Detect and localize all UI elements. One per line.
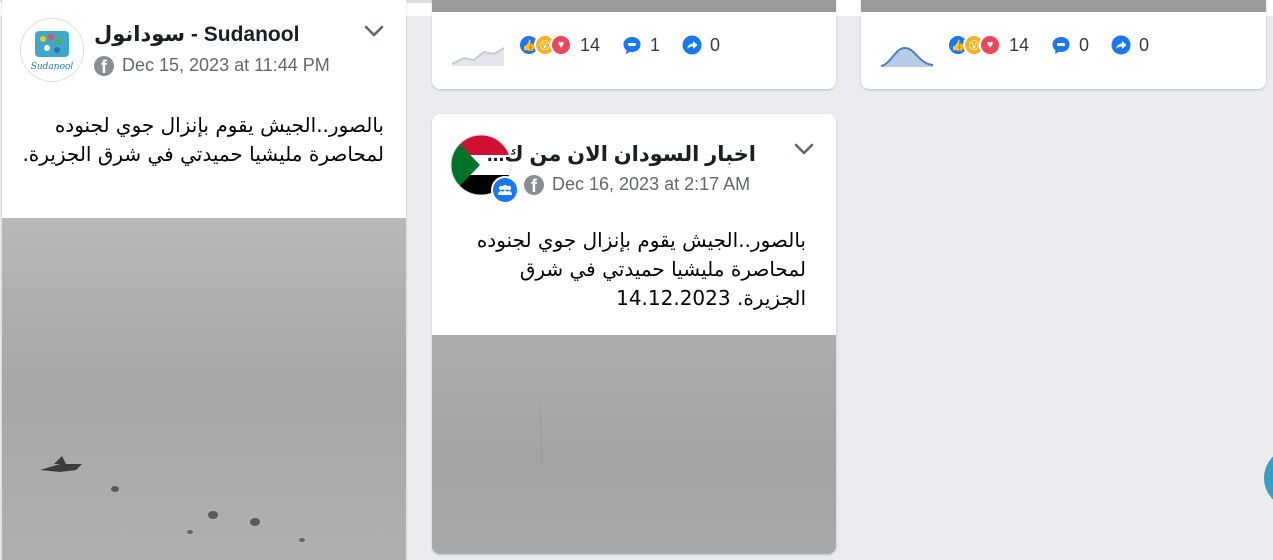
airdrop-photo xyxy=(432,335,836,554)
post-text: بالصور..الجيش يقوم بإنزال جوي لجنوده لمح… xyxy=(22,113,384,166)
airdrop-photo xyxy=(2,218,406,560)
post-timestamp[interactable]: Dec 15, 2023 at 11:44 PM xyxy=(122,55,330,76)
share-icon xyxy=(1111,35,1131,55)
reactions-stat[interactable]: 👍 😮 ♥ 14 xyxy=(947,34,1029,56)
page-name[interactable]: سودانول - Sudanool xyxy=(94,22,299,47)
stats-card: 👍 😮 ♥ 14 1 0 xyxy=(432,0,836,89)
post-photo[interactable] xyxy=(432,335,836,554)
post-text: بالصور..الجيش يقوم بإنزال جوي لجنوده لمح… xyxy=(476,228,806,310)
shares-stat[interactable]: 0 xyxy=(1111,35,1149,56)
post-timestamp[interactable]: Dec 16, 2023 at 2:17 AM xyxy=(552,174,750,195)
share-icon xyxy=(682,35,702,55)
floating-action-button[interactable] xyxy=(1264,448,1273,508)
post-card: اخبار السودان الان من ك... f Dec 16, 202… xyxy=(432,114,836,554)
chevron-down-icon[interactable] xyxy=(793,138,815,160)
facebook-icon: f xyxy=(524,174,544,195)
stats-card: 👍 😮 ♥ 14 0 0 xyxy=(861,0,1266,89)
page-name[interactable]: اخبار السودان الان من ك... xyxy=(487,142,756,167)
reactions-stat[interactable]: 👍 😮 ♥ 14 xyxy=(518,34,600,56)
shares-stat[interactable]: 0 xyxy=(682,35,720,56)
comment-icon xyxy=(623,37,641,54)
trend-curve-icon xyxy=(880,46,934,67)
reaction-count: 14 xyxy=(1009,34,1030,55)
chevron-down-icon[interactable] xyxy=(363,20,385,42)
trend-sparkline-icon xyxy=(451,47,505,66)
reaction-count: 14 xyxy=(580,34,601,55)
facebook-icon: f xyxy=(94,55,114,76)
reactions-icon: 👍 😮 ♥ xyxy=(947,34,1001,56)
engagement-stats: 👍 😮 ♥ 14 1 0 xyxy=(518,34,742,56)
post-photo[interactable] xyxy=(2,218,406,560)
svg-text:Sudanool: Sudanool xyxy=(31,62,74,72)
post-meta: f Dec 16, 2023 at 2:17 AM xyxy=(524,174,750,195)
post-meta: f Dec 15, 2023 at 11:44 PM xyxy=(94,55,330,76)
comments-stat[interactable]: 0 xyxy=(1051,35,1089,56)
reactions-icon: 👍 😮 ♥ xyxy=(518,34,572,56)
share-count: 0 xyxy=(710,34,721,55)
comments-stat[interactable]: 1 xyxy=(622,35,660,56)
group-icon xyxy=(491,176,519,204)
comment-count: 1 xyxy=(650,34,661,55)
share-count: 0 xyxy=(1139,34,1150,55)
page-avatar[interactable]: Sudanool xyxy=(20,18,84,82)
comment-icon xyxy=(1052,37,1070,54)
engagement-stats: 👍 😮 ♥ 14 0 0 xyxy=(947,34,1171,56)
post-image-strip xyxy=(861,0,1266,12)
sudanool-logo-icon: Sudanool xyxy=(21,19,83,81)
post-image-strip xyxy=(432,0,836,12)
post-card: Sudanool سودانول - Sudanool f Dec 15, 20… xyxy=(2,0,406,560)
comment-count: 0 xyxy=(1079,34,1090,55)
